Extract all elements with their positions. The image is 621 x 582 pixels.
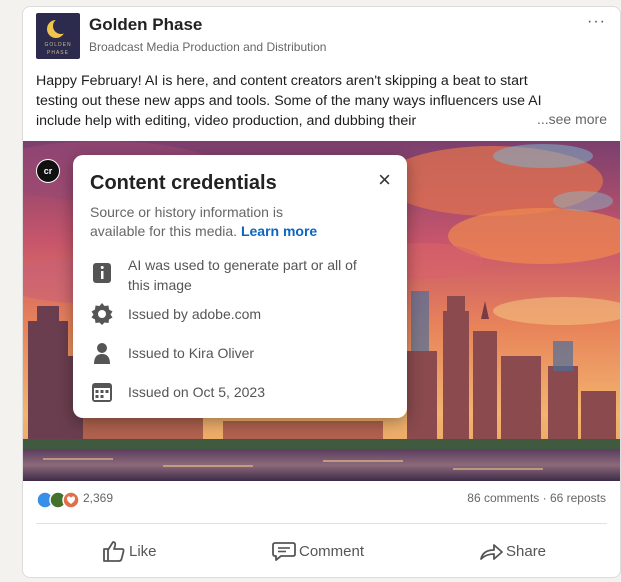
comment-button[interactable]: Comment xyxy=(271,539,381,565)
credential-row-recipient: Issued to Kira Oliver xyxy=(90,343,390,383)
logo-text-bottom: PHASE xyxy=(47,50,69,56)
social-counts: 2,369 86 comments · 66 reposts xyxy=(23,481,620,521)
comment-icon xyxy=(272,542,296,561)
learn-more-link[interactable]: Learn more xyxy=(241,223,317,239)
company-name[interactable]: Golden Phase xyxy=(89,15,202,35)
credential-text: Issued by adobe.com xyxy=(128,306,262,322)
post-text-line: include help with editing, video product… xyxy=(36,113,417,129)
reaction-count[interactable]: 2,369 xyxy=(83,491,113,505)
credential-text: Issued to Kira Oliver xyxy=(128,345,255,361)
info-icon xyxy=(93,263,111,283)
verified-seal-icon xyxy=(91,303,113,325)
comments-reposts-count[interactable]: 86 comments · 66 reposts xyxy=(467,491,606,505)
post-card: GOLDEN PHASE Golden Phase Broadcast Medi… xyxy=(22,6,621,578)
popup-title: Content credentials xyxy=(90,172,277,194)
thumbs-up-icon xyxy=(103,541,125,562)
credential-row-date: Issued on Oct 5, 2023 xyxy=(90,382,390,422)
credential-row-issuer: Issued by adobe.com xyxy=(90,303,390,344)
post-text-line: testing out these new apps and tools. So… xyxy=(36,93,542,109)
reactions-icon[interactable] xyxy=(36,491,84,509)
action-bar: Like Comment Share xyxy=(23,527,620,577)
person-icon xyxy=(94,343,110,364)
share-button[interactable]: Share xyxy=(478,539,558,565)
logo-text-top: GOLDEN xyxy=(44,42,72,48)
calendar-icon xyxy=(92,383,112,402)
share-arrow-icon xyxy=(480,544,503,560)
company-subtitle: Broadcast Media Production and Distribut… xyxy=(89,40,327,54)
like-button[interactable]: Like xyxy=(101,539,181,565)
like-label: Like xyxy=(129,543,157,560)
see-more-link[interactable]: ...see more xyxy=(530,111,607,127)
company-logo[interactable]: GOLDEN PHASE xyxy=(36,13,80,59)
credential-text: Issued on Oct 5, 2023 xyxy=(128,384,265,400)
credential-row-ai: AI was used to generate part or all of t… xyxy=(90,255,390,295)
popup-description: Source or history information is availab… xyxy=(90,203,340,241)
post-header: GOLDEN PHASE Golden Phase Broadcast Medi… xyxy=(23,7,620,67)
post-text-line: Happy February! AI is here, and content … xyxy=(36,73,528,89)
divider xyxy=(36,523,607,524)
close-button[interactable]: × xyxy=(378,167,391,193)
post-text: Happy February! AI is here, and content … xyxy=(36,71,608,131)
post-image[interactable]: cr Content credentials × Source or histo… xyxy=(23,141,620,481)
credential-text: AI was used to generate part or all of t… xyxy=(128,257,357,293)
content-credentials-popup: Content credentials × Source or history … xyxy=(73,155,407,418)
comment-label: Comment xyxy=(299,543,365,560)
content-credentials-badge[interactable]: cr xyxy=(36,159,60,183)
more-options-button[interactable]: ··· xyxy=(587,13,606,31)
share-label: Share xyxy=(506,543,547,560)
